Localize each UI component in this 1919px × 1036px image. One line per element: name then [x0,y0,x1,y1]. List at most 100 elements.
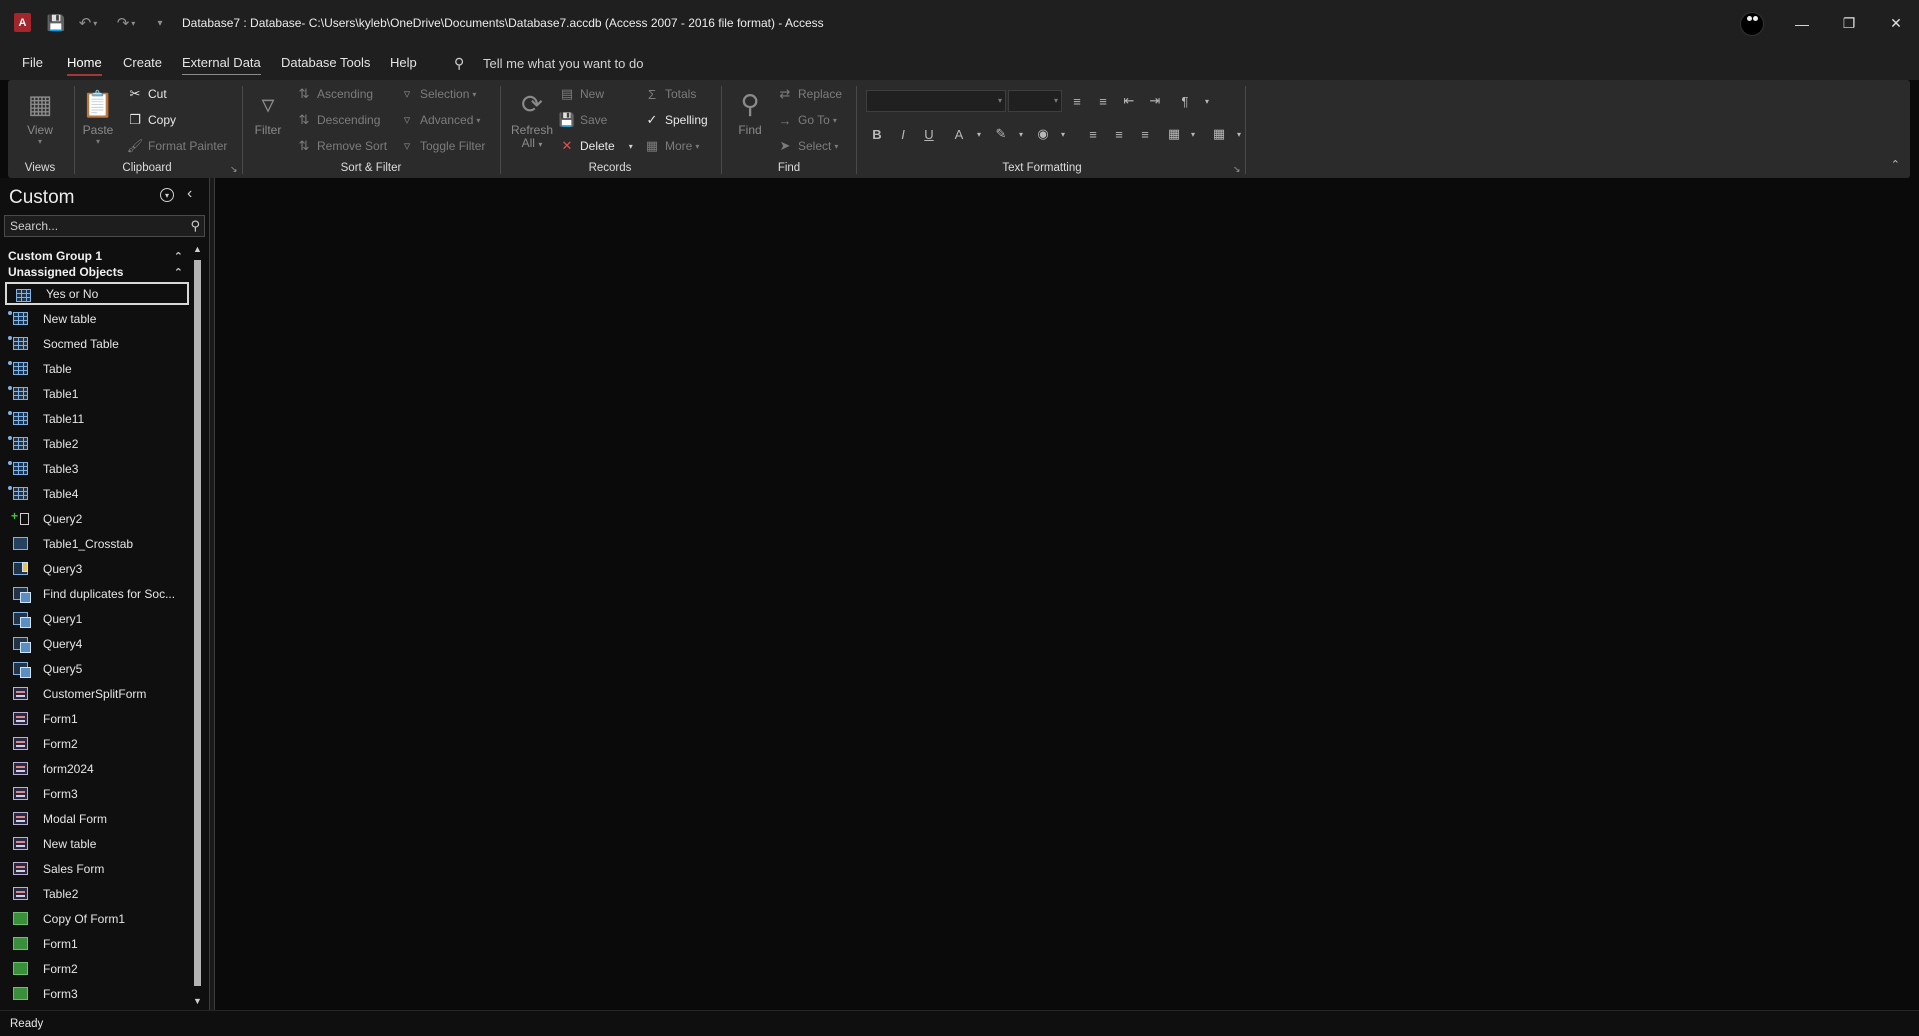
nav-collapse-icon[interactable]: ‹ [187,185,192,203]
nav-item[interactable]: Query5 [4,657,189,680]
nav-item[interactable]: Form1 [4,707,189,730]
ascending-button[interactable]: ⇅ Ascending [295,84,374,104]
nav-item[interactable]: Table2 [4,882,189,905]
undo-icon[interactable]: ↶ ▾ [74,12,102,34]
nav-group-unassigned-objects[interactable]: Unassigned Objects ⌃ [8,262,183,282]
descending-button[interactable]: ⇅ Descending [295,110,381,130]
tell-me-box[interactable]: Tell me what you want to do [483,56,643,71]
paragraph-dropdown-icon[interactable]: ▾ [1196,90,1218,112]
nav-item[interactable]: Form2 [4,957,189,980]
tab-database-tools[interactable]: Database Tools [281,55,370,74]
redo-icon[interactable]: ↷ ▾ [112,12,140,34]
nav-item[interactable]: New table [4,832,189,855]
toggle-filter-button[interactable]: ▿ Toggle Filter [398,136,486,156]
nav-item[interactable]: Query1 [4,607,189,630]
find-button[interactable]: ⚲ Find [730,84,770,154]
nav-item[interactable]: Table1_Crosstab [4,532,189,555]
increase-indent-icon[interactable]: ⇥ [1144,90,1166,112]
tab-home[interactable]: Home [67,55,102,76]
scroll-down-arrow-icon[interactable]: ▼ [193,996,202,1006]
nav-item[interactable]: Query4 [4,632,189,655]
search-icon[interactable]: ⚲ [190,218,200,234]
tell-me-search-icon[interactable]: ⚲ [454,55,464,72]
format-painter-button[interactable]: 🖌 Format Painter [126,136,228,156]
align-right-icon[interactable]: ≡ [1134,123,1156,145]
nav-search-input[interactable] [5,219,180,233]
nav-item[interactable]: Table1 [4,382,189,405]
paste-button[interactable]: 📋 Paste ▾ [78,84,118,154]
fill-color-dropdown-icon[interactable]: ▾ [1052,123,1074,145]
alternate-row-dropdown-icon[interactable]: ▾ [1182,123,1204,145]
underline-icon[interactable]: U [918,123,940,145]
font-color-dropdown-icon[interactable]: ▾ [968,123,990,145]
restore-icon[interactable]: ❐ [1826,0,1872,47]
font-name-combo[interactable]: ▾ [866,90,1006,112]
clipboard-launcher-icon[interactable]: ↘ [230,164,238,175]
nav-item[interactable]: CustomerSplitForm [4,682,189,705]
bold-icon[interactable]: B [866,123,888,145]
nav-menu-chevron-icon[interactable]: ▾ [160,188,174,202]
nav-item[interactable]: Form1 [4,932,189,955]
spelling-button[interactable]: ✓ Spelling [643,110,708,130]
nav-item[interactable]: Table4 [4,482,189,505]
font-color-icon[interactable]: A [948,123,970,145]
nav-item[interactable]: Sales Form [4,857,189,880]
totals-button[interactable]: Σ Totals [643,84,696,104]
save-record-button[interactable]: 💾 Save [558,110,607,130]
nav-item[interactable]: Query3 [4,557,189,580]
scrollbar-thumb[interactable] [194,260,201,986]
profile-avatar-icon[interactable] [1740,12,1764,36]
nav-item[interactable]: Table [4,357,189,380]
highlight-dropdown-icon[interactable]: ▾ [1010,123,1032,145]
font-size-combo[interactable]: ▾ [1008,90,1062,112]
highlight-icon[interactable]: ✎ [990,123,1012,145]
nav-item[interactable]: Query2 [4,507,189,530]
save-icon[interactable]: 💾 [46,12,66,34]
italic-icon[interactable]: I [892,123,914,145]
refresh-all-button[interactable]: ⟳ Refresh All ▾ [510,84,554,154]
numbering-icon[interactable]: ≡ [1092,90,1114,112]
nav-item[interactable]: New table [4,307,189,330]
nav-item[interactable]: Copy Of Form1 [4,907,189,930]
tab-external-data[interactable]: External Data [182,55,261,75]
close-icon[interactable]: ✕ [1873,0,1919,47]
decrease-indent-icon[interactable]: ⇤ [1118,90,1140,112]
gridlines-icon[interactable]: ▦ [1208,123,1230,145]
nav-item[interactable]: Form3 [4,782,189,805]
nav-scrollbar[interactable]: ▲ ▼ [191,244,205,1010]
delete-record-button[interactable]: ✕ Delete ▾ [558,136,633,156]
select-button[interactable]: ➤ Select ▾ [776,136,839,156]
new-record-button[interactable]: ▤ New [558,84,604,104]
nav-item[interactable]: Socmed Table [4,332,189,355]
nav-pane-title[interactable]: Custom [9,187,74,209]
gridlines-dropdown-icon[interactable]: ▾ [1228,123,1250,145]
nav-item[interactable]: Yes or No [5,282,189,305]
remove-sort-button[interactable]: ⇅ Remove Sort [295,136,387,156]
view-button[interactable]: ▦ View ▾ [20,84,60,154]
scroll-up-arrow-icon[interactable]: ▲ [193,244,202,254]
customize-qat-icon[interactable]: ▾ [152,12,168,34]
copy-button[interactable]: ❐ Copy [126,110,176,130]
nav-item[interactable]: form2024 [4,757,189,780]
filter-button[interactable]: ▿ Filter [248,84,288,154]
nav-item[interactable]: Table3 [4,457,189,480]
collapse-ribbon-icon[interactable]: ⌃ [1891,158,1900,171]
replace-button[interactable]: ⇄ Replace [776,84,842,104]
nav-item[interactable]: Modal Form [4,807,189,830]
align-center-icon[interactable]: ≡ [1108,123,1130,145]
paragraph-direction-icon[interactable]: ¶ [1174,90,1196,112]
bullets-icon[interactable]: ≡ [1066,90,1088,112]
tab-help[interactable]: Help [390,55,417,74]
cut-button[interactable]: ✂ Cut [126,84,167,104]
goto-button[interactable]: → Go To ▾ [776,110,837,130]
advanced-button[interactable]: ▿ Advanced ▾ [398,110,481,130]
selection-button[interactable]: ▿ Selection ▾ [398,84,477,104]
nav-item[interactable]: Table2 [4,432,189,455]
nav-item[interactable]: Form3 [4,982,189,1005]
nav-item[interactable]: Form2 [4,732,189,755]
fill-color-icon[interactable]: ◉ [1032,123,1054,145]
more-button[interactable]: ▦ More ▾ [643,136,700,156]
align-left-icon[interactable]: ≡ [1082,123,1104,145]
tab-file[interactable]: File [22,55,43,74]
tab-create[interactable]: Create [123,55,162,74]
